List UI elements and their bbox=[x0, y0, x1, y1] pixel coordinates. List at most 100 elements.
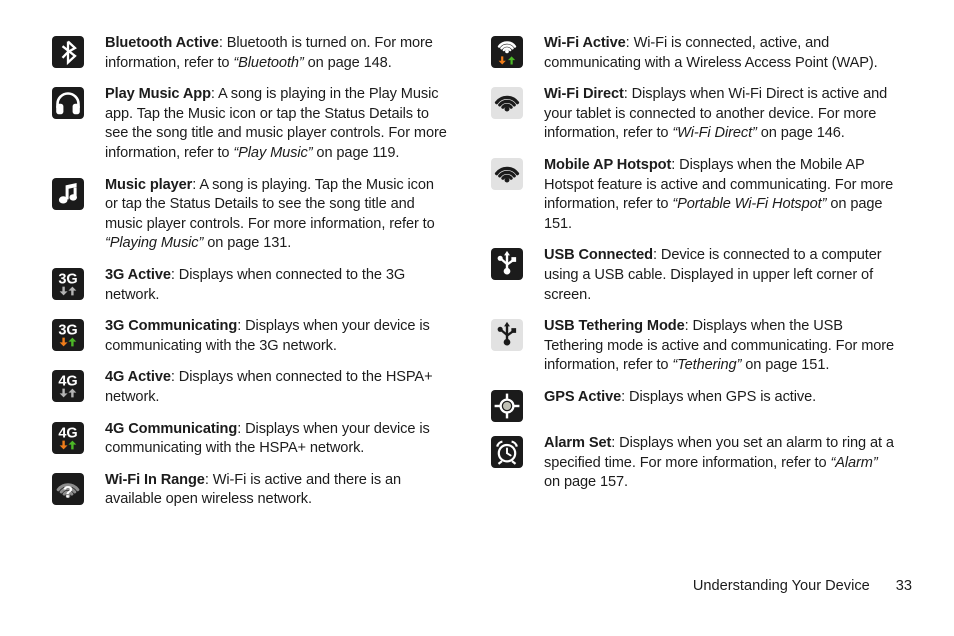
glossary-entry: 4G 4G Active: Displays when connected to … bbox=[52, 368, 447, 407]
icon-cell bbox=[491, 434, 527, 468]
glossary-entry: USB Connected: Device is connected to a … bbox=[491, 246, 907, 305]
icon-cell bbox=[491, 85, 527, 120]
entry-term: 3G Communicating bbox=[105, 318, 238, 335]
usb-tethering-icon bbox=[491, 319, 523, 352]
glossary-entry: Mobile AP Hotspot: Displays when the Mob… bbox=[491, 156, 907, 234]
entry-description: Alarm Set: Displays when you set an alar… bbox=[544, 434, 896, 493]
glossary-entry: Play Music App: A song is playing in the… bbox=[52, 85, 447, 163]
glossary-entry: Bluetooth Active: Bluetooth is turned on… bbox=[52, 34, 447, 73]
icon-cell bbox=[52, 85, 88, 120]
entry-term: USB Tethering Mode bbox=[544, 318, 685, 335]
wifi-active-icon bbox=[491, 36, 523, 68]
usb-connected-icon bbox=[491, 248, 523, 281]
entry-page-reference: on page 146. bbox=[756, 125, 845, 142]
entry-cross-reference: “Alarm” bbox=[830, 454, 878, 471]
entry-term: Wi-Fi Direct bbox=[544, 86, 624, 103]
footer-page-number: 33 bbox=[895, 578, 912, 594]
entry-cross-reference: “Bluetooth” bbox=[233, 54, 304, 71]
svg-text:3G: 3G bbox=[58, 323, 77, 339]
entry-term: Mobile AP Hotspot bbox=[544, 156, 672, 173]
icon-cell: 3G bbox=[52, 266, 88, 300]
manual-page: Bluetooth Active: Bluetooth is turned on… bbox=[0, 0, 954, 636]
glossary-entry: GPS Active: Displays when GPS is active. bbox=[491, 388, 907, 422]
icon-cell bbox=[52, 34, 88, 68]
gps-active-icon bbox=[491, 389, 523, 422]
glossary-entry: Music player: A song is playing. Tap the… bbox=[52, 176, 447, 254]
entry-description: GPS Active: Displays when GPS is active. bbox=[544, 388, 816, 408]
glossary-entry: 3G 3G Active: Displays when connected to … bbox=[52, 266, 447, 305]
entry-term: Wi-Fi Active bbox=[544, 35, 626, 51]
entry-term: Alarm Set bbox=[544, 434, 612, 451]
page-footer: Understanding Your Device 33 bbox=[0, 578, 912, 594]
footer-section-title: Understanding Your Device bbox=[692, 578, 870, 594]
icon-cell bbox=[491, 388, 527, 422]
wifi-direct-icon bbox=[491, 87, 523, 120]
entry-description: Wi-Fi Direct: Displays when Wi-Fi Direct… bbox=[544, 85, 896, 144]
entry-description: Play Music App: A song is playing in the… bbox=[105, 85, 447, 163]
entry-description: Wi-Fi In Range: Wi-Fi is active and ther… bbox=[105, 471, 447, 510]
icon-cell: ? bbox=[52, 471, 88, 505]
svg-text:4G: 4G bbox=[58, 425, 77, 441]
icon-cell: 4G bbox=[52, 420, 88, 454]
svg-text:4G: 4G bbox=[58, 374, 77, 390]
entry-page-reference: on page 119. bbox=[312, 144, 400, 161]
entry-description: Wi-Fi Active: Wi-Fi is connected, active… bbox=[544, 34, 896, 73]
entry-description: 4G Active: Displays when connected to th… bbox=[105, 368, 447, 407]
entry-cross-reference: “Wi-Fi Direct” bbox=[672, 125, 757, 142]
entry-page-reference: on page 157. bbox=[544, 474, 629, 491]
entry-cross-reference: “Tethering” bbox=[672, 357, 742, 374]
wifi-in-range-icon: ? bbox=[52, 472, 84, 505]
entry-description: USB Connected: Device is connected to a … bbox=[544, 246, 896, 305]
entry-description: Bluetooth Active: Bluetooth is turned on… bbox=[105, 34, 447, 73]
icon-cell bbox=[491, 34, 527, 68]
icon-cell: 3G bbox=[52, 317, 88, 352]
entry-page-reference: on page 148. bbox=[303, 54, 392, 71]
alarm-set-icon bbox=[491, 435, 523, 468]
icon-cell bbox=[491, 246, 527, 281]
icon-cell bbox=[52, 176, 88, 210]
glossary-entry: USB Tethering Mode: Displays when the US… bbox=[491, 317, 907, 376]
entry-cross-reference: “Portable Wi-Fi Hotspot” bbox=[672, 196, 827, 213]
mobile-ap-hotspot-icon bbox=[491, 157, 523, 190]
3g-communicating-icon: 3G bbox=[52, 319, 84, 352]
entry-description: 3G Communicating: Displays when your dev… bbox=[105, 317, 447, 356]
4g-active-icon: 4G bbox=[52, 370, 84, 403]
4g-communicating-icon: 4G bbox=[52, 421, 84, 454]
svg-text:3G: 3G bbox=[58, 272, 77, 288]
entry-page-reference: on page 131. bbox=[203, 235, 292, 252]
entry-term: Music player bbox=[105, 176, 193, 193]
icon-cell: 4G bbox=[52, 368, 88, 403]
entry-term: GPS Active bbox=[544, 388, 622, 405]
entry-term: 4G Active bbox=[105, 369, 171, 386]
glossary-entry: 4G 4G Communicating: Displays when your d… bbox=[52, 420, 447, 459]
right-column: Wi-Fi Active: Wi-Fi is connected, active… bbox=[447, 34, 907, 505]
entry-term: Play Music App bbox=[105, 86, 211, 103]
glossary-entry: ? Wi-Fi In Range: Wi-Fi is active and the… bbox=[52, 471, 447, 510]
entry-term: Wi-Fi In Range bbox=[105, 471, 205, 488]
headphones-play-music-icon bbox=[52, 87, 84, 120]
icon-cell bbox=[491, 317, 527, 352]
glossary-entry: Wi-Fi Active: Wi-Fi is connected, active… bbox=[491, 34, 907, 73]
icon-glossary-columns: Bluetooth Active: Bluetooth is turned on… bbox=[0, 34, 954, 522]
glossary-entry: 3G 3G Communicating: Displays when your d… bbox=[52, 317, 447, 356]
icon-cell bbox=[491, 156, 527, 190]
entry-description: 3G Active: Displays when connected to th… bbox=[105, 266, 447, 305]
entry-description: Mobile AP Hotspot: Displays when the Mob… bbox=[544, 156, 896, 234]
glossary-entry: Alarm Set: Displays when you set an alar… bbox=[491, 434, 907, 493]
left-column: Bluetooth Active: Bluetooth is turned on… bbox=[0, 34, 447, 522]
entry-description: 4G Communicating: Displays when your dev… bbox=[105, 420, 447, 459]
3g-active-icon: 3G bbox=[52, 267, 84, 300]
glossary-entry: Wi-Fi Direct: Displays when Wi-Fi Direct… bbox=[491, 85, 907, 144]
entry-page-reference: on page 151. bbox=[741, 357, 830, 374]
entry-cross-reference: “Playing Music” bbox=[105, 235, 204, 252]
music-note-icon bbox=[52, 177, 84, 210]
entry-cross-reference: “Play Music” bbox=[233, 144, 313, 161]
entry-term: Bluetooth Active bbox=[105, 35, 219, 51]
bluetooth-icon bbox=[52, 36, 84, 68]
entry-body-text: : Displays when GPS is active. bbox=[621, 388, 817, 405]
entry-term: 4G Communicating bbox=[105, 420, 238, 437]
svg-text:?: ? bbox=[63, 482, 73, 501]
entry-description: Music player: A song is playing. Tap the… bbox=[105, 176, 447, 254]
entry-term: USB Connected bbox=[544, 247, 653, 264]
entry-description: USB Tethering Mode: Displays when the US… bbox=[544, 317, 896, 376]
